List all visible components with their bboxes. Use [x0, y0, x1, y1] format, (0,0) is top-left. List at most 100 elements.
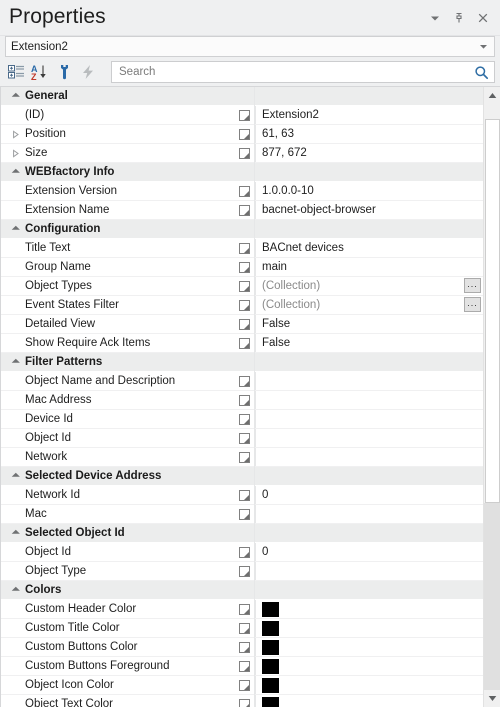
property-value[interactable] [255, 638, 483, 656]
property-value[interactable] [255, 391, 483, 409]
color-swatch[interactable] [262, 696, 279, 707]
property-value[interactable]: bacnet-object-browser [255, 201, 483, 219]
close-icon[interactable] [472, 7, 494, 29]
property-row[interactable]: Object Types (Collection)... [1, 277, 483, 296]
scrollbar-track[interactable] [484, 503, 500, 690]
data-binding-icon[interactable] [235, 372, 254, 390]
property-value[interactable] [255, 600, 483, 618]
data-binding-icon[interactable] [235, 296, 254, 314]
grid-section-header[interactable]: General [1, 87, 483, 106]
data-binding-icon[interactable] [235, 505, 254, 523]
property-row[interactable]: Custom Buttons Foreground [1, 657, 483, 676]
data-binding-icon[interactable] [235, 410, 254, 428]
property-row[interactable]: Position 61, 63 [1, 125, 483, 144]
grid-section-header[interactable]: Selected Device Address [1, 467, 483, 486]
data-binding-icon[interactable] [235, 638, 254, 656]
color-swatch[interactable] [262, 601, 279, 617]
property-row[interactable]: Device Id [1, 410, 483, 429]
data-binding-icon[interactable] [235, 182, 254, 200]
data-binding-icon[interactable] [235, 315, 254, 333]
color-swatch[interactable] [262, 639, 279, 655]
property-row[interactable]: Custom Buttons Color [1, 638, 483, 657]
property-row[interactable]: Network Id 0 [1, 486, 483, 505]
lightning-bolt-icon[interactable] [77, 61, 100, 83]
property-row[interactable]: Show Require Ack Items False [1, 334, 483, 353]
section-collapse-icon[interactable] [1, 92, 25, 101]
data-binding-icon[interactable] [235, 201, 254, 219]
data-binding-icon[interactable] [235, 277, 254, 295]
data-binding-icon[interactable] [235, 562, 254, 580]
grid-section-header[interactable]: Colors [1, 581, 483, 600]
property-value[interactable]: 877, 672 [255, 144, 483, 162]
data-binding-icon[interactable] [235, 125, 254, 143]
property-value[interactable]: Extension2 [255, 106, 483, 124]
section-collapse-icon[interactable] [1, 586, 25, 595]
property-value[interactable] [255, 619, 483, 637]
property-row[interactable]: Mac [1, 505, 483, 524]
property-value[interactable]: main [255, 258, 483, 276]
property-value[interactable] [255, 429, 483, 447]
property-value[interactable]: 0 [255, 543, 483, 561]
property-row[interactable]: Title Text BACnet devices [1, 239, 483, 258]
grid-section-header[interactable]: Filter Patterns [1, 353, 483, 372]
color-swatch[interactable] [262, 620, 279, 636]
property-value[interactable]: 61, 63 [255, 125, 483, 143]
property-row[interactable]: Object Id [1, 429, 483, 448]
section-collapse-icon[interactable] [1, 225, 25, 234]
color-swatch[interactable] [262, 677, 279, 693]
dropdown-menu-icon[interactable] [424, 7, 446, 29]
property-value[interactable]: (Collection)... [255, 277, 483, 295]
section-collapse-icon[interactable] [1, 168, 25, 177]
property-value[interactable]: False [255, 334, 483, 352]
grid-section-header[interactable]: Configuration [1, 220, 483, 239]
property-value[interactable]: 1.0.0.0-10 [255, 182, 483, 200]
property-row[interactable]: Network [1, 448, 483, 467]
property-row[interactable]: Mac Address [1, 391, 483, 410]
alphabetical-sort-button[interactable]: A Z [29, 61, 52, 83]
data-binding-icon[interactable] [235, 543, 254, 561]
chevron-down-icon[interactable] [476, 42, 490, 51]
property-row[interactable]: Object Icon Color [1, 676, 483, 695]
property-row[interactable]: (ID) Extension2 [1, 106, 483, 125]
property-row[interactable]: Extension Name bacnet-object-browser [1, 201, 483, 220]
grid-section-header[interactable]: WEBfactory Info [1, 163, 483, 182]
data-binding-icon[interactable] [235, 429, 254, 447]
property-value[interactable]: BACnet devices [255, 239, 483, 257]
property-value[interactable] [255, 372, 483, 390]
property-value[interactable] [255, 562, 483, 580]
data-binding-icon[interactable] [235, 391, 254, 409]
property-row[interactable]: Event States Filter (Collection)... [1, 296, 483, 315]
property-row[interactable]: Custom Title Color [1, 619, 483, 638]
vertical-scrollbar[interactable] [483, 87, 500, 707]
data-binding-icon[interactable] [235, 676, 254, 694]
property-row[interactable]: Size 877, 672 [1, 144, 483, 163]
search-input[interactable] [119, 66, 472, 78]
pin-icon[interactable] [448, 7, 470, 29]
data-binding-icon[interactable] [235, 144, 254, 162]
property-row[interactable]: Extension Version 1.0.0.0-10 [1, 182, 483, 201]
property-value[interactable] [255, 505, 483, 523]
properties-grid[interactable]: General (ID) Extension2 Position 61, 63 Size 8… [1, 87, 483, 707]
property-value[interactable] [255, 448, 483, 466]
data-binding-icon[interactable] [235, 239, 254, 257]
row-expand-icon[interactable] [1, 125, 25, 143]
search-icon[interactable] [472, 63, 491, 82]
data-binding-icon[interactable] [235, 258, 254, 276]
property-row[interactable]: Object Id 0 [1, 543, 483, 562]
data-binding-icon[interactable] [235, 448, 254, 466]
data-binding-icon[interactable] [235, 619, 254, 637]
property-row[interactable]: Custom Header Color [1, 600, 483, 619]
property-value[interactable]: False [255, 315, 483, 333]
property-value[interactable] [255, 695, 483, 707]
section-collapse-icon[interactable] [1, 529, 25, 538]
search-box[interactable] [111, 61, 495, 83]
scroll-up-icon[interactable] [484, 87, 500, 104]
open-collection-editor-button[interactable]: ... [464, 278, 481, 293]
property-value[interactable]: (Collection)... [255, 296, 483, 314]
scroll-down-icon[interactable] [484, 690, 500, 707]
grid-section-header[interactable]: Selected Object Id [1, 524, 483, 543]
data-binding-icon[interactable] [235, 600, 254, 618]
open-collection-editor-button[interactable]: ... [464, 297, 481, 312]
property-row[interactable]: Group Name main [1, 258, 483, 277]
scrollbar-thumb[interactable] [485, 119, 500, 504]
